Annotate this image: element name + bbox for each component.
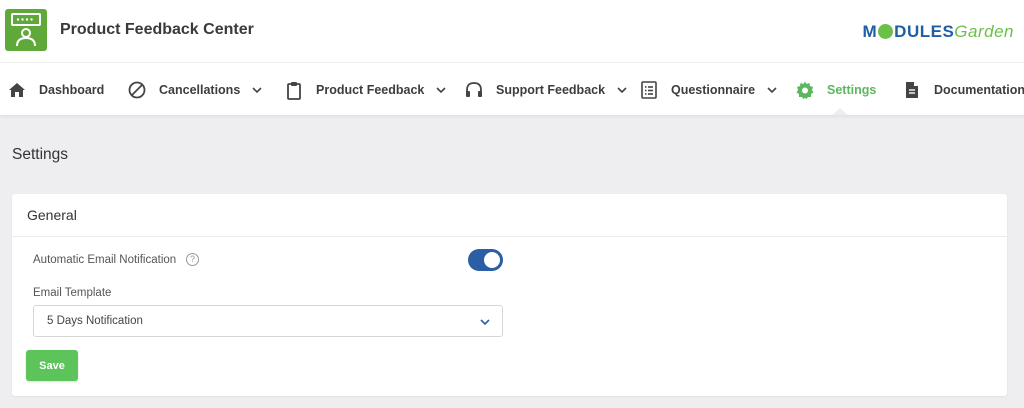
email-template-value: 5 Days Notification	[47, 315, 143, 327]
ban-icon	[128, 81, 146, 98]
nav-label-documentation: Documentation	[934, 82, 1024, 97]
chevron-down-icon	[480, 319, 490, 326]
nav-label-settings: Settings	[827, 82, 877, 97]
chevron-down-icon	[617, 86, 627, 93]
headset-icon	[466, 81, 482, 97]
email-template-label: Email Template	[33, 287, 112, 299]
home-icon	[9, 82, 25, 97]
nav-item-product-feedback[interactable]: Product Feedback	[284, 63, 446, 116]
app-logo-icon	[5, 9, 47, 51]
brand-o-icon	[878, 24, 894, 39]
nav-label-cancellations: Cancellations	[159, 82, 241, 97]
chevron-down-icon	[252, 86, 262, 93]
page-title: Settings	[12, 146, 69, 163]
email-template-select[interactable]: 5 Days Notification	[33, 305, 503, 337]
brand-part2: DULES	[894, 22, 955, 41]
nav-item-dashboard[interactable]: Dashboard	[7, 63, 104, 116]
nav-item-documentation[interactable]: Documentation	[902, 63, 1024, 116]
active-nav-pointer	[832, 108, 848, 115]
document-icon	[906, 81, 918, 98]
gear-icon	[796, 81, 814, 99]
save-button[interactable]: Save	[26, 350, 78, 381]
nav-label-product-feedback: Product Feedback	[316, 82, 425, 97]
main-nav: Dashboard Cancellations Product Feedback…	[0, 62, 1024, 115]
card-title: General	[12, 194, 1007, 237]
chevron-down-icon	[767, 86, 777, 93]
modulesgarden-logo[interactable]: M DULESGarden	[863, 22, 1015, 42]
toggle-knob	[484, 252, 500, 268]
general-settings-card: General Automatic Email Notification ? E…	[12, 194, 1007, 396]
auto-email-label: Automatic Email Notification	[33, 254, 177, 266]
nav-item-questionnaire[interactable]: Questionnaire	[639, 63, 777, 116]
nav-label-dashboard: Dashboard	[39, 82, 105, 97]
top-header: Product Feedback Center M DULESGarden	[0, 0, 1024, 62]
nav-item-support-feedback[interactable]: Support Feedback	[464, 63, 627, 116]
nav-label-support-feedback: Support Feedback	[496, 82, 606, 97]
brand-part1: M	[862, 22, 878, 41]
app-title: Product Feedback Center	[60, 21, 254, 38]
clipboard-icon	[287, 81, 301, 100]
nav-item-cancellations[interactable]: Cancellations	[127, 63, 262, 116]
brand-part3: Garden	[954, 22, 1014, 41]
help-icon[interactable]: ?	[186, 253, 199, 266]
auto-email-toggle[interactable]	[468, 249, 503, 271]
chevron-down-icon	[436, 86, 446, 93]
list-icon	[641, 80, 657, 99]
nav-label-questionnaire: Questionnaire	[671, 82, 756, 97]
